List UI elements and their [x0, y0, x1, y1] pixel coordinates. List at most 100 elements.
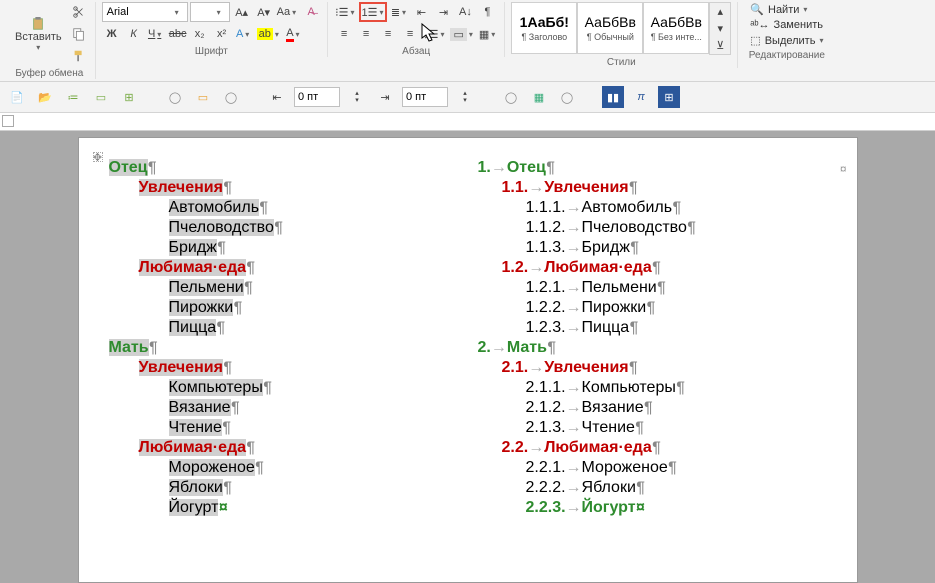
shading-button[interactable]: ▭▾ [449, 24, 475, 44]
numbering-button[interactable]: 1☰▾ [359, 2, 387, 22]
indent-left-icon[interactable]: ⇤ [266, 86, 288, 108]
list-item[interactable]: Отец¶ [109, 158, 458, 178]
font-size-combo[interactable]: ▾ [190, 2, 230, 22]
select-button[interactable]: ⬚Выделить ▾ [748, 33, 829, 48]
align-center-button[interactable]: ≡ [356, 24, 376, 44]
qat-field-button[interactable]: ▭ [90, 86, 112, 108]
list-item[interactable]: 2.2.2.→Яблоки¶ [478, 478, 827, 498]
list-item[interactable]: Автомобиль¶ [109, 198, 458, 218]
bullets-button[interactable]: ⁝☰▾ [334, 2, 357, 22]
list-item[interactable]: 1.1.1.→Автомобиль¶ [478, 198, 827, 218]
list-item[interactable]: Яблоки¶ [109, 478, 458, 498]
indent-right-input[interactable] [402, 87, 448, 107]
font-name-combo[interactable]: Arial▾ [102, 2, 188, 22]
qat-circle3-button[interactable]: ◯ [500, 86, 522, 108]
qat-circle1-button[interactable]: ◯ [164, 86, 186, 108]
font-color-button[interactable]: A▾ [284, 24, 304, 44]
bold-button[interactable]: Ж [102, 24, 122, 44]
qat-bullets-button[interactable]: ≔ [62, 86, 84, 108]
indent-left-stepper[interactable]: ▴▾ [346, 86, 368, 108]
list-item[interactable]: 2.→Мать¶ [478, 338, 827, 358]
format-painter-button[interactable] [69, 46, 89, 66]
strike-button[interactable]: abc [168, 24, 188, 44]
change-case-button[interactable]: Aa▾ [276, 2, 299, 22]
indent-right-stepper[interactable]: ▴▾ [454, 86, 476, 108]
replace-button[interactable]: ᵃᵇ↔Заменить [748, 18, 829, 32]
qat-circle4-button[interactable]: ◯ [556, 86, 578, 108]
show-marks-button[interactable]: ¶ [477, 2, 497, 22]
gallery-up-button[interactable]: ▴ [710, 3, 730, 20]
list-item[interactable]: Пирожки¶ [109, 298, 458, 318]
gallery-more-button[interactable]: ⊻ [710, 37, 730, 54]
list-item[interactable]: Мать¶ [109, 338, 458, 358]
indent-right-icon[interactable]: ⇥ [374, 86, 396, 108]
increase-indent-button[interactable]: ⇥ [433, 2, 453, 22]
open-button[interactable]: 📂 [34, 86, 56, 108]
find-button[interactable]: 🔍Найти ▾ [748, 2, 829, 17]
list-item[interactable]: Компьютеры¶ [109, 378, 458, 398]
list-item[interactable]: 2.1.→Увлечения¶ [478, 358, 827, 378]
list-item[interactable]: 1.2.3.→Пицца¶ [478, 318, 827, 338]
indent-left-input[interactable] [294, 87, 340, 107]
style-normal[interactable]: АаБбВв ¶ Обычный [577, 2, 643, 54]
justify-button[interactable]: ≡ [400, 24, 420, 44]
list-item[interactable]: 2.2.3.→Йогурт¤ [478, 498, 827, 518]
list-item[interactable]: Любимая·еда¶ [109, 258, 458, 278]
cut-button[interactable] [69, 2, 89, 22]
clear-formatting-button[interactable]: A̶ [301, 2, 321, 22]
list-item[interactable]: Бридж¶ [109, 238, 458, 258]
list-item[interactable]: 1.→Отец¶ [478, 158, 827, 178]
qat-blue2-button[interactable]: ⊞ [658, 86, 680, 108]
gallery-down-button[interactable]: ▾ [710, 20, 730, 37]
list-item[interactable]: 1.1.2.→Пчеловодство¶ [478, 218, 827, 238]
list-item[interactable]: 1.2.2.→Пирожки¶ [478, 298, 827, 318]
borders-button[interactable]: ▦▾ [478, 24, 498, 44]
list-item[interactable]: 2.1.3.→Чтение¶ [478, 418, 827, 438]
grow-font-button[interactable]: A▴ [232, 2, 252, 22]
list-item[interactable]: Увлечения¶ [109, 178, 458, 198]
qat-table-button[interactable]: ▦ [528, 86, 550, 108]
list-item[interactable]: Пчеловодство¶ [109, 218, 458, 238]
workspace[interactable]: ✥ ¤ Отец¶Увлечения¶Автомобиль¶Пчеловодст… [0, 131, 935, 583]
ruler[interactable] [0, 113, 935, 131]
decrease-indent-button[interactable]: ⇤ [411, 2, 431, 22]
qat-circle2-button[interactable]: ◯ [220, 86, 242, 108]
style-nospacing[interactable]: АаБбВв ¶ Без инте... [643, 2, 709, 54]
list-item[interactable]: 2.1.1.→Компьютеры¶ [478, 378, 827, 398]
align-left-button[interactable]: ≡ [334, 24, 354, 44]
list-item[interactable]: 2.2.1.→Мороженое¶ [478, 458, 827, 478]
list-item[interactable]: Пицца¶ [109, 318, 458, 338]
column-right[interactable]: 1.→Отец¶1.1.→Увлечения¶1.1.1.→Автомобиль… [478, 158, 827, 518]
list-item[interactable]: 1.2.→Любимая·еда¶ [478, 258, 827, 278]
underline-button[interactable]: Ч▾ [146, 24, 166, 44]
list-item[interactable]: 1.1.→Увлечения¶ [478, 178, 827, 198]
list-item[interactable]: Йогурт¤ [109, 498, 458, 518]
list-item[interactable]: Увлечения¶ [109, 358, 458, 378]
page[interactable]: ✥ ¤ Отец¶Увлечения¶Автомобиль¶Пчеловодст… [78, 137, 858, 583]
style-heading[interactable]: 1АаБб! ¶ Заголово [511, 2, 577, 54]
list-item[interactable]: 1.1.3.→Бридж¶ [478, 238, 827, 258]
sort-button[interactable]: A↓ [455, 2, 475, 22]
superscript-button[interactable]: x² [212, 24, 232, 44]
text-effects-button[interactable]: A▾ [234, 24, 254, 44]
qat-blue1-button[interactable]: ▮▮ [602, 86, 624, 108]
qat-orange-button[interactable]: ▭ [192, 86, 214, 108]
align-right-button[interactable]: ≡ [378, 24, 398, 44]
paste-button[interactable]: Вставить ▾ [10, 6, 67, 62]
shrink-font-button[interactable]: A▾ [254, 2, 274, 22]
list-item[interactable]: Мороженое¶ [109, 458, 458, 478]
list-item[interactable]: Вязание¶ [109, 398, 458, 418]
highlight-button[interactable]: ab▾ [256, 24, 282, 44]
copy-button[interactable] [69, 24, 89, 44]
line-spacing-button[interactable]: ↕☰▾ [422, 24, 447, 44]
column-left[interactable]: Отец¶Увлечения¶Автомобиль¶Пчеловодство¶Б… [109, 158, 458, 518]
list-item[interactable]: 1.2.1.→Пельмени¶ [478, 278, 827, 298]
italic-button[interactable]: К [124, 24, 144, 44]
list-item[interactable]: 2.1.2.→Вязание¶ [478, 398, 827, 418]
style-gallery[interactable]: 1АаБб! ¶ Заголово АаБбВв ¶ Обычный АаБбВ… [511, 2, 731, 55]
qat-insert-button[interactable]: ⊞ [118, 86, 140, 108]
new-button[interactable]: 📄 [6, 86, 28, 108]
list-item[interactable]: Чтение¶ [109, 418, 458, 438]
qat-pi-button[interactable]: π [630, 86, 652, 108]
multilevel-button[interactable]: ≣▾ [389, 2, 409, 22]
